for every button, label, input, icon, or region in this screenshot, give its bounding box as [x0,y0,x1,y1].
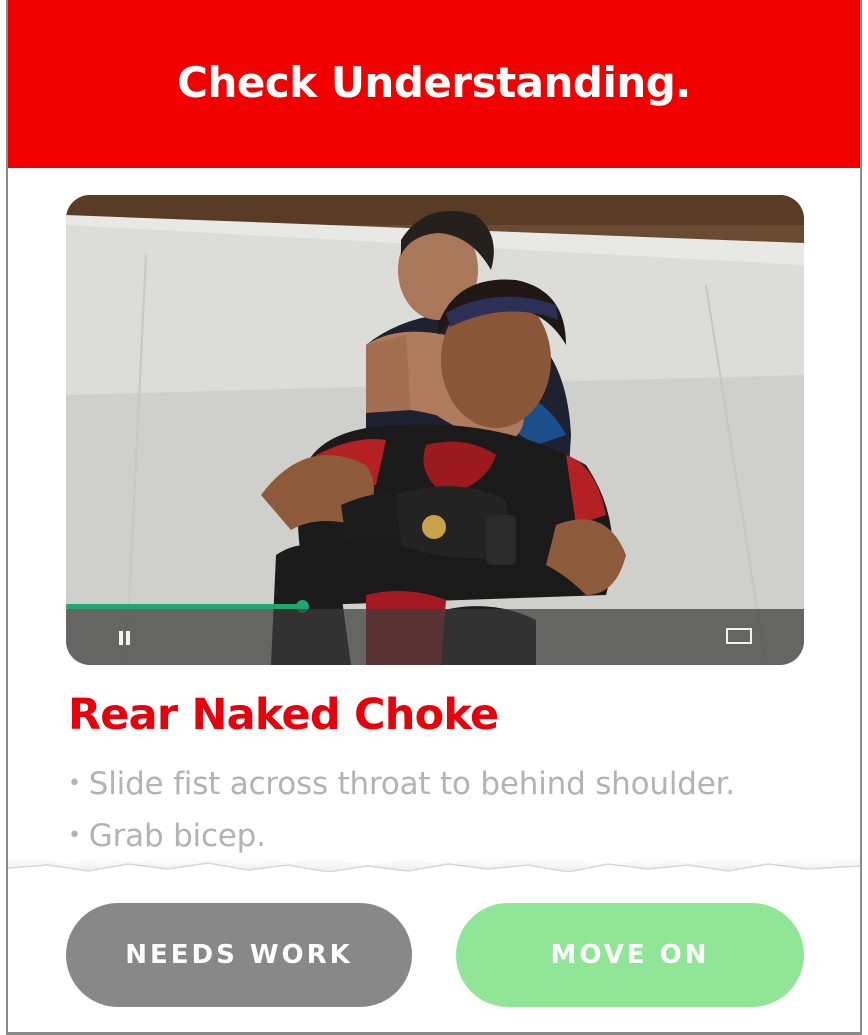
card: Check Understanding. Rear Naked Choke • … [6,0,862,1035]
step-text: Slide fist across throat to behind shoul… [88,766,735,802]
list-item: • Slide fist across throat to behind shou… [68,758,735,810]
pause-icon[interactable] [118,631,132,645]
page-title: Check Understanding. [177,57,691,107]
video-controls-bar [66,609,804,665]
video-frame-image [66,195,804,665]
move-on-button[interactable]: MOVE ON [456,903,804,1007]
bullet-icon: • [68,771,81,796]
fullscreen-icon[interactable] [726,628,752,644]
header-banner: Check Understanding. [8,0,860,168]
technique-title: Rear Naked Choke [68,690,499,740]
needs-work-button[interactable]: NEEDS WORK [66,903,412,1007]
action-bar: NEEDS WORK MOVE ON [8,872,860,1032]
video-player[interactable] [66,195,804,665]
